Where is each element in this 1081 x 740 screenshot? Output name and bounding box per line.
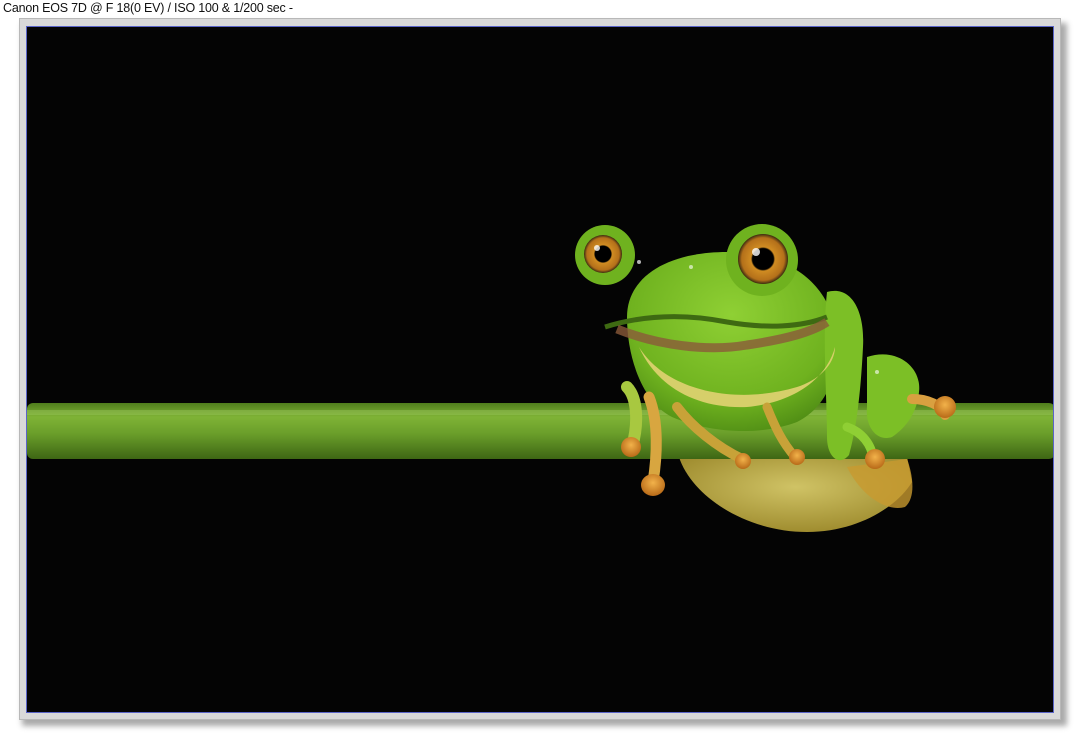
- photo-caption: Canon EOS 7D @ F 18(0 EV) / ISO 100 & 1/…: [3, 1, 293, 15]
- frog-photo: [26, 26, 1054, 713]
- frog-right-eye: [726, 224, 798, 296]
- frog-left-eye: [575, 225, 635, 285]
